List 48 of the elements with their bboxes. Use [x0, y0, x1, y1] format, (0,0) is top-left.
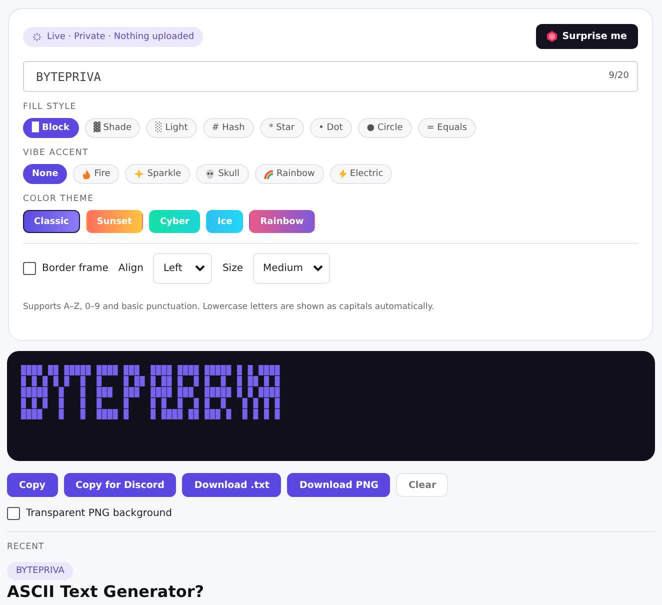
page-heading: ASCII Text Generator? [7, 582, 206, 601]
chevron-down-icon [195, 265, 206, 272]
skull-icon [205, 169, 216, 179]
clear-button[interactable]: Clear [396, 473, 448, 497]
align-select[interactable]: Left [153, 253, 212, 284]
checkbox[interactable] [7, 507, 20, 520]
chevron-down-icon [312, 265, 323, 272]
vibe-chip[interactable]: Electric [330, 164, 392, 184]
surprise-button[interactable]: Surprise me [536, 24, 638, 49]
fill-style-chip[interactable]: █ Block [23, 118, 79, 138]
section-label: VIBE ACCENT [23, 148, 90, 158]
rainbow-icon [264, 170, 274, 178]
fill-style-chip[interactable]: # Hash [202, 118, 254, 138]
checkbox[interactable] [23, 262, 36, 275]
fill-style-chip[interactable]: ● Circle [358, 118, 412, 138]
size-label: Size [222, 263, 243, 274]
checkbox-label: Border frame [42, 263, 108, 274]
spinner-icon [32, 32, 42, 42]
fill-style-chip[interactable]: ▓ Shade [84, 118, 140, 138]
vibe-chip[interactable]: Skull [196, 164, 249, 184]
fill-style-chip[interactable]: * Star [260, 118, 304, 138]
checkbox-label: Transparent PNG background [26, 508, 172, 519]
sparkle-icon [134, 169, 144, 179]
action-button[interactable]: Download .txt [182, 473, 282, 497]
vibe-chip[interactable]: Fire [73, 164, 120, 184]
vibe-chip[interactable]: None [23, 164, 68, 184]
status-text: Live · Private · Nothing uploaded [47, 32, 194, 42]
action-button[interactable]: Download PNG [287, 473, 390, 497]
character-counter: 9/20 [608, 71, 629, 81]
fill-style-chip[interactable]: = Equals [418, 118, 476, 138]
action-button[interactable]: Copy [7, 473, 58, 497]
section-label: RECENT [7, 542, 46, 552]
gem-icon [547, 31, 558, 42]
flame-icon [82, 169, 92, 179]
recent-chip[interactable]: BYTEPRIVA [7, 562, 74, 580]
action-button[interactable]: Copy for Discord [64, 473, 176, 497]
theme-chip[interactable]: Classic [23, 210, 80, 233]
theme-chip[interactable]: Rainbow [249, 210, 315, 233]
align-label: Align [118, 263, 144, 274]
fill-style-chip[interactable]: ░ Light [146, 118, 197, 138]
vibe-chip[interactable]: Rainbow [254, 164, 324, 184]
fill-style-chip[interactable]: • Dot [310, 118, 352, 138]
vibe-chip[interactable]: Sparkle [125, 164, 190, 184]
section-label: COLOR THEME [23, 194, 95, 204]
helper-text: Supports A–Z, 0–9 and basic punctuation. Lowercase letters are shown as capitals automatically. [23, 302, 436, 312]
size-select[interactable]: Medium [252, 253, 330, 284]
lightning-icon [338, 169, 347, 179]
section-label: FILL STYLE [23, 102, 78, 112]
